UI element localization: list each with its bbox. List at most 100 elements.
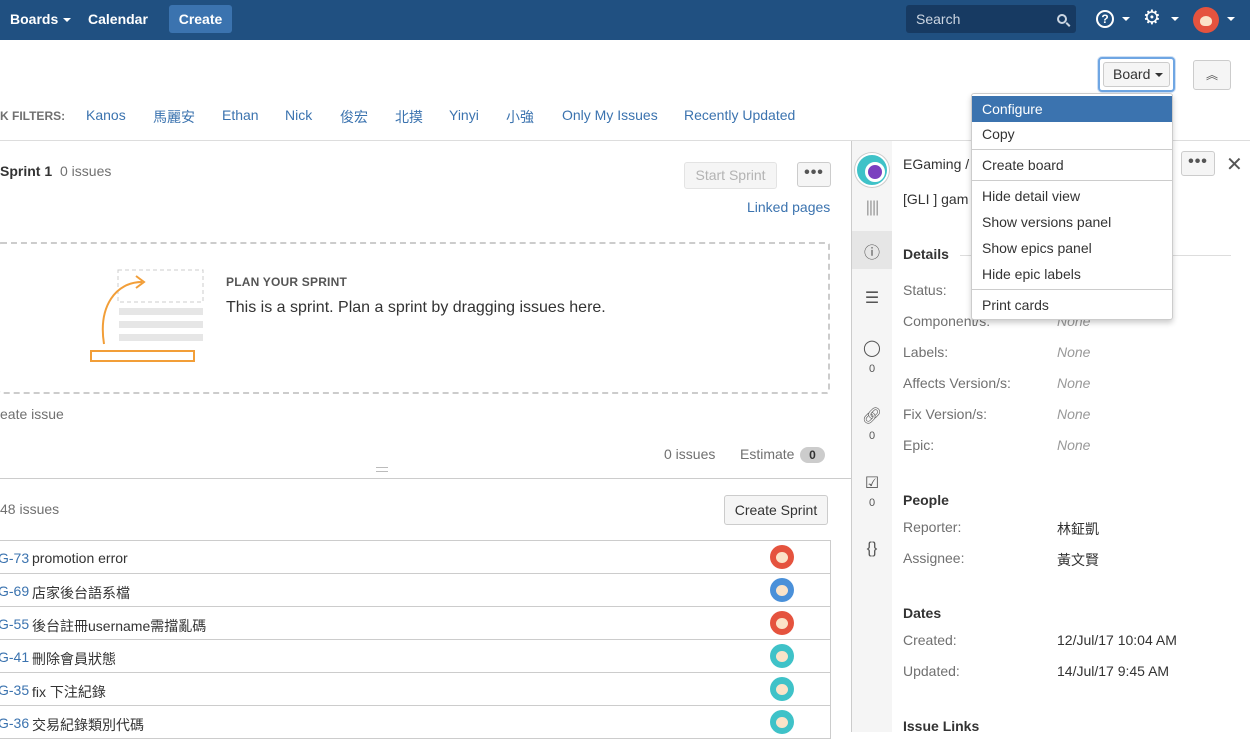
quick-filter-only-my-issues[interactable]: Only My Issues (562, 107, 658, 123)
issue-key[interactable]: G-69 (0, 583, 29, 599)
issue-summary: 後台註冊username需擋亂碼 (32, 618, 207, 634)
info-icon[interactable]: ⓘ (852, 239, 892, 263)
backlog-issue-list: G-73 promotion error G-69 店家後台語系檔 G-55 後… (0, 540, 831, 739)
fix-version-value: None (1057, 406, 1091, 422)
created-value: 12/Jul/17 10:04 AM (1057, 632, 1177, 648)
menu-separator (972, 289, 1172, 290)
close-icon[interactable]: ✕ (1226, 155, 1243, 175)
create-sprint-button[interactable]: Create Sprint (724, 495, 828, 525)
assignee-avatar (770, 710, 794, 734)
fix-version-label: Fix Version/s: (903, 406, 988, 422)
search-icon (1057, 14, 1067, 24)
assignee-avatar (770, 545, 794, 569)
assignee-label: Assignee: (903, 550, 965, 566)
comments-count: 0 (868, 363, 876, 375)
attachment-icon[interactable]: 🔗︎ (852, 406, 892, 426)
menu-item-print-cards[interactable]: Print cards (972, 292, 1172, 318)
curly-braces-icon[interactable]: {} (852, 540, 892, 558)
estimate-badge: 0 (800, 447, 825, 463)
quick-filter[interactable]: 小強 (506, 107, 534, 127)
sprint-footer-count: 0 issues (664, 446, 716, 462)
menu-item-show-epics-panel[interactable]: Show epics panel (972, 235, 1172, 261)
chevron-down-icon[interactable] (1171, 17, 1179, 21)
gear-icon[interactable]: ⚙ (1143, 8, 1161, 28)
create-button[interactable]: Create (169, 5, 232, 33)
chevron-down-icon[interactable] (1227, 17, 1235, 21)
user-avatar[interactable] (1193, 7, 1219, 33)
description-icon[interactable]: ☰ (852, 288, 892, 308)
issue-summary: promotion error (32, 550, 128, 566)
issue-key[interactable]: G-55 (0, 616, 29, 632)
create-issue-link[interactable]: eate issue (0, 406, 64, 422)
assignee-value[interactable]: 黃文賢 (1057, 550, 1099, 570)
quick-filter[interactable]: 馬麗安 (153, 107, 195, 127)
epic-value: None (1057, 437, 1091, 453)
search-placeholder: Search (916, 11, 961, 27)
double-chevron-up-icon: ︽ (1205, 68, 1218, 82)
menu-item-hide-epic-labels[interactable]: Hide epic labels (972, 261, 1172, 287)
labels-label: Labels: (903, 344, 949, 360)
menu-item-create-board[interactable]: Create board (972, 152, 1172, 178)
linked-pages-link[interactable]: Linked pages (747, 199, 830, 215)
menu-separator (972, 180, 1172, 181)
issue-key[interactable]: G-41 (0, 649, 29, 665)
estimate-label: Estimate (740, 446, 795, 462)
quick-filter[interactable]: Nick (285, 107, 312, 123)
resize-handle[interactable] (376, 467, 388, 472)
sprint-more-button[interactable]: ••• (797, 162, 831, 187)
plan-sprint-text: This is a sprint. Plan a sprint by dragg… (226, 299, 606, 316)
quick-filter[interactable]: Yinyi (449, 107, 479, 123)
divider (0, 478, 851, 479)
top-navigation-bar: Boards Calendar Create Search ? ⚙ (0, 0, 1250, 40)
issue-key[interactable]: G-35 (0, 682, 29, 698)
assignee-avatar (770, 578, 794, 602)
issue-row[interactable]: G-41 刪除會員狀態 (0, 640, 831, 673)
start-sprint-button[interactable]: Start Sprint (684, 162, 777, 189)
issue-row[interactable]: G-73 promotion error (0, 541, 831, 574)
epic-label: Epic: (903, 437, 935, 453)
plan-sprint-title: PLAN YOUR SPRINT (226, 275, 347, 289)
board-menu-button[interactable]: Board (1098, 57, 1175, 92)
quick-filter[interactable]: 俊宏 (340, 107, 368, 127)
comment-icon[interactable]: ◯ (852, 338, 892, 358)
chevron-down-icon (1155, 73, 1164, 78)
search-input[interactable]: Search (906, 5, 1076, 33)
subtasks-count: 0 (868, 497, 876, 509)
issue-key[interactable]: G-73 (0, 550, 29, 566)
detail-more-button[interactable]: ••• (1181, 151, 1215, 176)
issue-row[interactable]: G-35 fix 下注紀錄 (0, 673, 831, 706)
drag-grip-icon[interactable]: |||| (852, 199, 892, 217)
quick-filters-label: K FILTERS: (0, 109, 66, 123)
menu-item-hide-detail-view[interactable]: Hide detail view (972, 183, 1172, 209)
project-avatar (855, 153, 889, 187)
issue-key[interactable]: G-36 (0, 715, 29, 731)
breadcrumb[interactable]: EGaming / (903, 156, 969, 172)
collapse-header-button[interactable]: ︽ (1193, 60, 1231, 90)
board-dropdown-menu: Configure Copy Create board Hide detail … (971, 93, 1173, 320)
quick-filter[interactable]: 北摸 (395, 107, 423, 127)
updated-value: 14/Jul/17 9:45 AM (1057, 663, 1170, 679)
issue-summary: fix 下注紀錄 (32, 684, 106, 700)
labels-value: None (1057, 344, 1091, 360)
assignee-avatar (770, 644, 794, 668)
help-icon[interactable]: ? (1096, 10, 1114, 28)
menu-item-copy[interactable]: Copy (972, 121, 1172, 147)
quick-filter-recently-updated[interactable]: Recently Updated (684, 107, 795, 123)
menu-item-configure[interactable]: Configure (972, 96, 1172, 122)
subtasks-checkbox-icon[interactable]: ☑ (852, 473, 892, 493)
chevron-down-icon[interactable] (1122, 17, 1130, 21)
boards-menu[interactable]: Boards (10, 11, 72, 27)
menu-item-show-versions-panel[interactable]: Show versions panel (972, 209, 1172, 235)
plan-sprint-illustration-icon (90, 269, 204, 362)
assignee-avatar (770, 677, 794, 701)
quick-filter[interactable]: Kanos (86, 107, 126, 123)
issue-summary: 刪除會員狀態 (32, 651, 116, 667)
issue-row[interactable]: G-36 交易紀錄類別代碼 (0, 706, 831, 739)
reporter-label: Reporter: (903, 519, 962, 535)
calendar-link[interactable]: Calendar (88, 11, 148, 27)
quick-filter[interactable]: Ethan (222, 107, 259, 123)
issue-row[interactable]: G-55 後台註冊username需擋亂碼 (0, 607, 831, 640)
issue-row[interactable]: G-69 店家後台語系檔 (0, 574, 831, 607)
reporter-value[interactable]: 林鉦凱 (1057, 519, 1099, 539)
sprint-title: Sprint 1 (0, 163, 53, 179)
